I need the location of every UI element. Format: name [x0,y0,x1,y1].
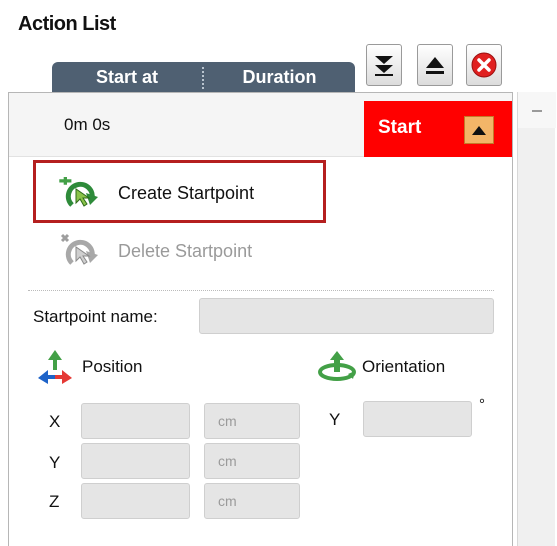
action-row[interactable]: 0m 0s Start [9,93,512,157]
x-label: X [49,412,61,431]
degree-symbol: ° [479,396,485,413]
delete-startpoint-label: Delete Startpoint [118,240,253,261]
delete-startpoint-icon [60,233,98,265]
position-label: Position [82,357,143,376]
position-x-unit: cm [204,403,300,439]
row-start-time: 0m 0s [64,115,111,134]
column-start-at[interactable]: Start at [52,62,202,93]
vertical-scrollbar[interactable] [517,92,556,546]
position-y-input[interactable] [81,443,190,479]
orientation-label: Orientation [362,357,446,376]
orientation-y-label: Y [329,410,341,429]
column-duration[interactable]: Duration [204,62,355,93]
start-badge[interactable]: Start [364,101,512,157]
eject-up-icon [426,57,444,74]
create-startpoint-button[interactable]: Create Startpoint [56,173,254,213]
scroll-up-button[interactable] [518,92,556,128]
create-startpoint-icon [59,177,98,207]
double-down-arrow-icon [375,56,393,76]
collapse-button[interactable] [464,116,494,144]
position-z-unit: cm [204,483,300,519]
startpoint-name-input[interactable] [199,298,494,334]
scroll-up-icon [532,110,542,112]
section-divider [28,290,494,291]
position-z-input[interactable] [81,483,190,519]
position-y-unit: cm [204,443,300,479]
create-startpoint-label: Create Startpoint [118,182,255,203]
y-label: Y [49,453,61,472]
panel-title: Action List [18,13,116,35]
start-label: Start [378,117,422,138]
close-button[interactable] [466,44,502,86]
move-down-button[interactable] [366,44,402,86]
position-x-input[interactable] [81,403,190,439]
collapse-up-icon [472,126,486,135]
column-headers: Start at Duration [52,62,355,93]
position-axes-icon [38,350,72,384]
z-label: Z [49,492,60,511]
orientation-y-input[interactable] [363,401,472,437]
orientation-rotate-icon [318,351,356,381]
delete-startpoint-button[interactable]: Delete Startpoint [56,231,252,271]
startpoint-name-label: Startpoint name: [33,307,158,326]
move-up-button[interactable] [417,44,453,86]
red-close-icon [471,52,497,78]
